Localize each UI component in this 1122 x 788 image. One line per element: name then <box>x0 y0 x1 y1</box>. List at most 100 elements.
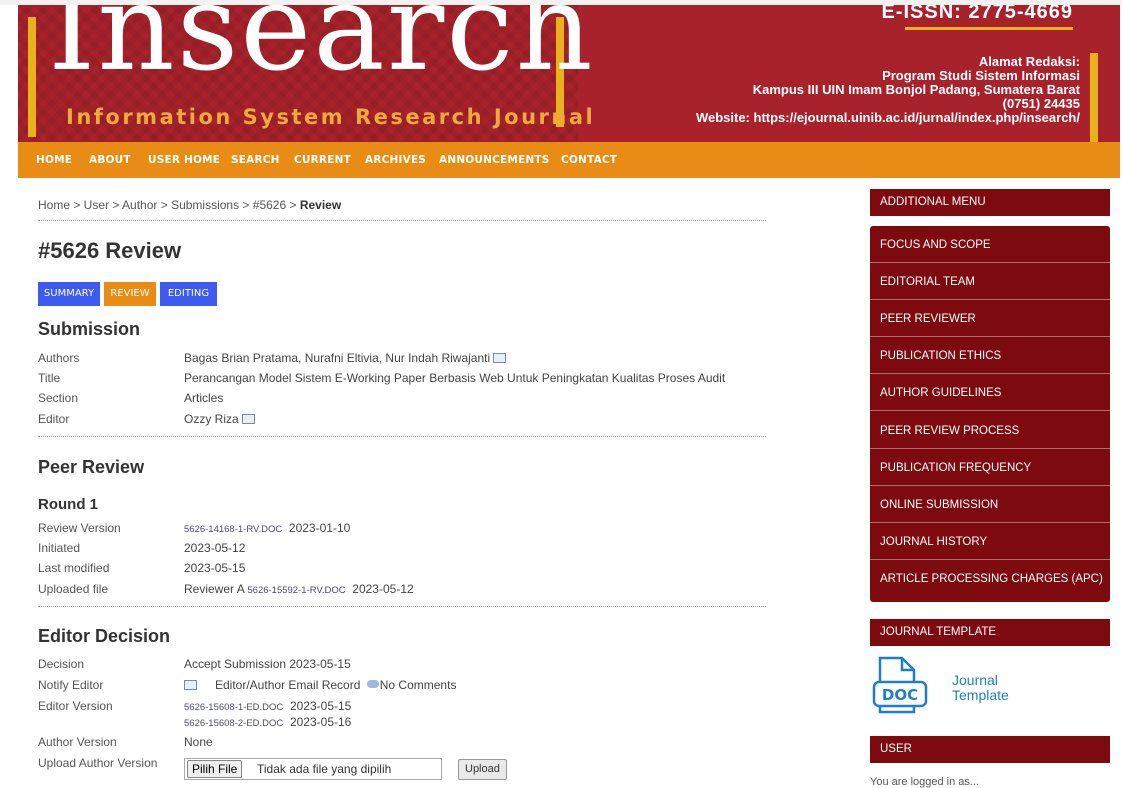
additional-menu-heading: ADDITIONAL MENU <box>870 189 1110 216</box>
address-line: Kampus III UIN Imam Bonjol Padang, Sumat… <box>752 82 1080 97</box>
editor-file-date: 2023-05-15 <box>289 699 352 713</box>
nav-search[interactable]: SEARCH <box>231 154 280 166</box>
no-file-text: Tidak ada file yang dipilih <box>257 762 392 776</box>
eissn-label: E-ISSN: 2775-4669 <box>881 5 1073 23</box>
section-label: Section <box>38 391 79 405</box>
authors-names: Bagas Brian Pratama, Nurafni Eltivia, Nu… <box>184 351 491 365</box>
logged-in-text: You are logged in as... <box>870 776 980 788</box>
editor-version-value: 5626-15608-1-ED.DOC 2023-05-15 <box>184 699 351 713</box>
email-icon[interactable] <box>493 352 507 363</box>
notify-editor-value: Editor/Author Email Record No Comments <box>184 678 456 692</box>
template-link-line: Journal <box>952 672 998 688</box>
authors-label: Authors <box>38 351 80 365</box>
address-title: Alamat Redaksi: <box>978 54 1080 69</box>
editorial-address: Alamat Redaksi: Program Studi Sistem Inf… <box>696 55 1080 125</box>
author-version-value: None <box>184 735 213 749</box>
nav-archives[interactable]: ARCHIVES <box>365 154 426 166</box>
nav-announcements[interactable]: ANNOUNCEMENTS <box>439 154 550 166</box>
last-modified-label: Last modified <box>38 561 110 575</box>
menu-publication-frequency[interactable]: PUBLICATION FREQUENCY <box>870 450 1110 486</box>
nav-about[interactable]: ABOUT <box>89 154 131 166</box>
uploaded-reviewer: Reviewer A <box>184 582 245 596</box>
review-version-file-link[interactable]: 5626-14168-1-RV.DOC <box>184 524 282 535</box>
editor-file-link[interactable]: 5626-15608-1-ED.DOC <box>184 702 283 713</box>
editor-value: Ozzy Riza <box>184 412 255 426</box>
uploaded-file-date: 2023-05-12 <box>352 582 414 596</box>
tab-summary[interactable]: SUMMARY <box>38 282 100 306</box>
decision-value: Accept Submission 2023-05-15 <box>184 657 351 671</box>
divider <box>38 436 766 437</box>
journal-logo-title[interactable]: Insearch <box>48 5 595 89</box>
menu-publication-ethics[interactable]: PUBLICATION ETHICS <box>870 338 1110 374</box>
journal-template-link[interactable]: Journal Template <box>952 673 1009 703</box>
menu-peer-reviewer[interactable]: PEER REVIEWER <box>870 301 1110 337</box>
tab-editing[interactable]: EDITING <box>160 282 217 306</box>
divider <box>38 606 766 607</box>
journal-logo-subtitle: Information System Research Journal <box>66 105 596 129</box>
site-header: Insearch Information System Research Jou… <box>18 5 1120 142</box>
nav-contact[interactable]: CONTACT <box>561 154 617 166</box>
menu-online-submission[interactable]: ONLINE SUBMISSION <box>870 487 1110 523</box>
email-icon[interactable] <box>184 679 197 690</box>
section-value: Articles <box>184 391 224 405</box>
editor-file-date: 2023-05-16 <box>289 715 352 729</box>
editor-label: Editor <box>38 412 70 426</box>
uploaded-file-value: Reviewer A 5626-15592-1-RV.DOC 2023-05-1… <box>184 582 414 596</box>
address-line: Program Studi Sistem Informasi <box>882 68 1080 83</box>
editor-name: Ozzy Riza <box>184 412 239 426</box>
editor-file-link[interactable]: 5626-15608-2-ED.DOC <box>184 718 283 729</box>
menu-focus-and-scope[interactable]: FOCUS AND SCOPE <box>870 227 1110 263</box>
uploaded-file-label: Uploaded file <box>38 582 109 596</box>
menu-journal-history[interactable]: JOURNAL HISTORY <box>870 524 1110 560</box>
page-title: #5626 Review <box>38 238 182 263</box>
review-version-label: Review Version <box>38 521 121 535</box>
initiated-label: Initiated <box>38 541 81 555</box>
upload-author-version-label: Upload Author Version <box>38 756 158 770</box>
last-modified-value: 2023-05-15 <box>184 561 246 575</box>
no-comments-text: No Comments <box>379 678 457 692</box>
menu-apc[interactable]: ARTICLE PROCESSING CHARGES (APC) <box>870 561 1110 597</box>
choose-file-button[interactable]: Pilih File <box>187 760 243 778</box>
comment-icon[interactable] <box>366 679 379 688</box>
email-icon[interactable] <box>241 413 255 424</box>
editor-version-label: Editor Version <box>38 699 113 713</box>
eissn-underline <box>905 27 1073 30</box>
menu-author-guidelines[interactable]: AUTHOR GUIDELINES <box>870 375 1110 411</box>
editor-decision-heading: Editor Decision <box>38 626 171 646</box>
title-value: Perancangan Model Sistem E-Working Paper… <box>184 371 726 385</box>
breadcrumb-path[interactable]: Home > User > Author > Submissions > #56… <box>38 198 300 212</box>
breadcrumb-current[interactable]: Review <box>300 198 341 212</box>
address-phone: (0751) 24435 <box>1002 96 1080 111</box>
header-accent-bar <box>28 17 36 137</box>
author-version-label: Author Version <box>38 735 117 749</box>
email-record-link[interactable]: Editor/Author Email Record <box>215 678 360 692</box>
doc-icon-label: DOC <box>882 686 918 704</box>
journal-template-heading: JOURNAL TEMPLATE <box>870 619 1110 646</box>
uploaded-file-link[interactable]: 5626-15592-1-RV.DOC <box>247 585 345 596</box>
menu-editorial-team[interactable]: EDITORIAL TEAM <box>870 264 1110 300</box>
initiated-value: 2023-05-12 <box>184 541 246 555</box>
round-heading: Round 1 <box>38 496 98 513</box>
decision-label: Decision <box>38 657 85 671</box>
nav-current[interactable]: CURRENT <box>294 154 351 166</box>
menu-peer-review-process[interactable]: PEER REVIEW PROCESS <box>870 413 1110 449</box>
title-label: Title <box>38 371 61 385</box>
authors-value: Bagas Brian Pratama, Nurafni Eltivia, Nu… <box>184 351 507 365</box>
template-link-line: Template <box>952 687 1009 703</box>
user-heading: USER <box>870 736 1110 763</box>
doc-file-icon[interactable]: DOC <box>872 656 936 714</box>
main-navigation: HOME ABOUT USER HOME SEARCH CURRENT ARCH… <box>18 142 1120 178</box>
nav-home[interactable]: HOME <box>36 154 72 166</box>
editor-version-value: 5626-15608-2-ED.DOC 2023-05-16 <box>184 715 351 729</box>
submission-heading: Submission <box>38 319 141 339</box>
nav-user-home[interactable]: USER HOME <box>148 154 220 166</box>
divider <box>38 220 766 221</box>
header-accent-bar <box>1090 53 1098 142</box>
upload-button[interactable]: Upload <box>458 759 507 780</box>
author-version-file-input[interactable]: Pilih File Tidak ada file yang dipilih <box>184 758 442 780</box>
notify-editor-label: Notify Editor <box>38 678 104 692</box>
review-version-date: 2023-01-10 <box>288 521 351 535</box>
tab-review[interactable]: REVIEW <box>104 282 156 306</box>
review-version-value: 5626-14168-1-RV.DOC 2023-01-10 <box>184 521 350 535</box>
additional-menu: FOCUS AND SCOPE EDITORIAL TEAM PEER REVI… <box>870 226 1110 602</box>
